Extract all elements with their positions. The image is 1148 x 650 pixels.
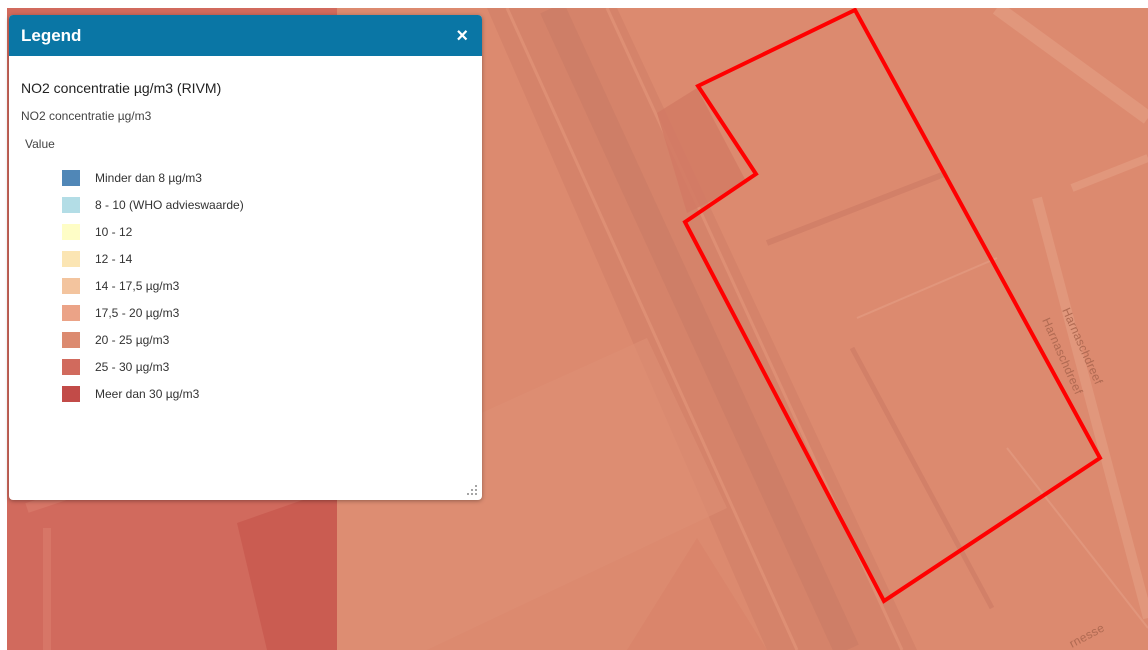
legend-swatch — [62, 250, 80, 267]
field-label: Value — [25, 137, 55, 151]
legend-body: NO2 concentratie µg/m3 (RIVM) NO2 concen… — [9, 80, 482, 407]
legend-swatch — [62, 304, 80, 321]
legend-title: Legend — [21, 25, 82, 45]
layer-subtitle: NO2 concentratie µg/m3 — [21, 109, 152, 123]
legend-item-label: 8 - 10 (WHO advieswaarde) — [95, 197, 244, 212]
legend-item-label: 14 - 17,5 µg/m3 — [95, 278, 180, 293]
legend-swatch — [62, 223, 80, 240]
legend-swatch — [62, 277, 80, 294]
legend-item-label: Minder dan 8 µg/m3 — [95, 170, 202, 185]
legend-list: Minder dan 8 µg/m3 8 - 10 (WHO advieswaa… — [62, 164, 470, 407]
legend-item: Meer dan 30 µg/m3 — [62, 380, 470, 407]
legend-item-label: 12 - 14 — [95, 251, 133, 266]
legend-item: Minder dan 8 µg/m3 — [62, 164, 470, 191]
legend-swatch — [62, 331, 80, 348]
legend-item: 25 - 30 µg/m3 — [62, 353, 470, 380]
resize-handle-icon[interactable] — [467, 485, 477, 495]
legend-swatch — [62, 169, 80, 186]
legend-item: 8 - 10 (WHO advieswaarde) — [62, 191, 470, 218]
legend-item: 12 - 14 — [62, 245, 470, 272]
legend-panel: Legend × NO2 concentratie µg/m3 (RIVM) N… — [9, 15, 482, 500]
legend-item: 10 - 12 — [62, 218, 470, 245]
legend-item-label: 20 - 25 µg/m3 — [95, 332, 170, 347]
layer-title: NO2 concentratie µg/m3 (RIVM) — [21, 80, 222, 96]
legend-item-label: 17,5 - 20 µg/m3 — [95, 305, 180, 320]
legend-item-label: 10 - 12 — [95, 224, 133, 239]
legend-item-label: 25 - 30 µg/m3 — [95, 359, 170, 374]
legend-swatch — [62, 196, 80, 213]
close-icon[interactable]: × — [456, 26, 468, 46]
legend-swatch — [62, 385, 80, 402]
legend-item: 14 - 17,5 µg/m3 — [62, 272, 470, 299]
legend-item-label: Meer dan 30 µg/m3 — [95, 386, 200, 401]
legend-item: 17,5 - 20 µg/m3 — [62, 299, 470, 326]
legend-header: Legend × — [9, 15, 482, 56]
legend-swatch — [62, 358, 80, 375]
legend-item: 20 - 25 µg/m3 — [62, 326, 470, 353]
